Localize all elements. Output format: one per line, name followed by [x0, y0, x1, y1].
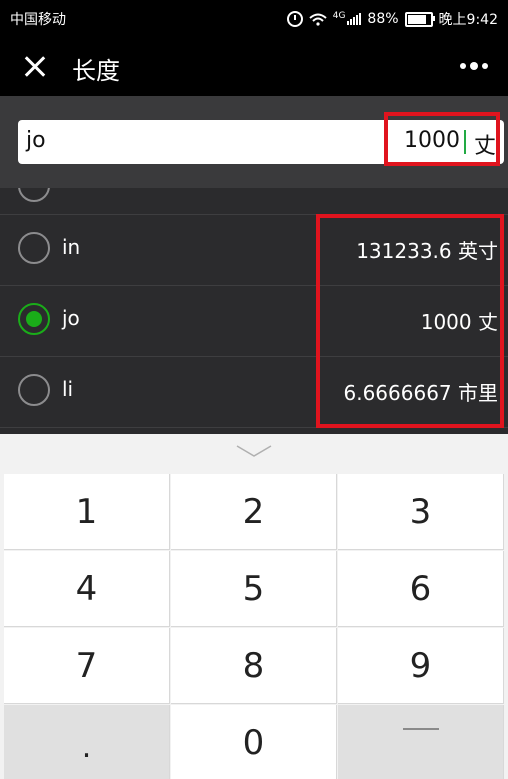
- list-divider: [0, 427, 508, 434]
- key-backspace[interactable]: [338, 705, 504, 779]
- title-bar: 长度: [0, 38, 508, 96]
- radio-button-selected[interactable]: [18, 303, 50, 335]
- list-item-partial: [0, 188, 508, 216]
- backspace-icon: [402, 727, 439, 730]
- highlight-values-box: [316, 214, 504, 428]
- radio-button[interactable]: [18, 188, 50, 202]
- chevron-down-icon: [236, 445, 272, 457]
- key-3[interactable]: 3: [338, 474, 504, 550]
- keypad-collapse-button[interactable]: [0, 434, 508, 474]
- key-9[interactable]: 9: [338, 628, 504, 704]
- radio-button[interactable]: [18, 374, 50, 406]
- network-type-label: 4G: [332, 11, 346, 21]
- close-icon[interactable]: [20, 52, 50, 82]
- key-dot[interactable]: .: [4, 705, 170, 779]
- key-7[interactable]: 7: [4, 628, 170, 704]
- radio-button[interactable]: [18, 232, 50, 264]
- key-4[interactable]: 4: [4, 551, 170, 627]
- more-options-icon[interactable]: [460, 62, 488, 70]
- input-unit-code: jo: [26, 128, 46, 153]
- wifi-icon: [309, 13, 327, 26]
- status-bar: 中国移动 4G 88% 晚上9:42: [0, 0, 508, 38]
- carrier-label: 中国移动: [10, 12, 66, 28]
- alarm-icon: [286, 11, 303, 27]
- unit-code: in: [62, 235, 81, 259]
- battery-percent: 88%: [367, 11, 399, 27]
- status-icons: 4G 88% 晚上9:42: [286, 9, 498, 29]
- signal-icon: [347, 13, 362, 25]
- numeric-keypad: 1 2 3 4 5 6 7 8 9 . 0: [0, 434, 508, 779]
- battery-icon: [404, 11, 435, 27]
- key-5[interactable]: 5: [171, 551, 337, 627]
- keypad-grid: 1 2 3 4 5 6 7 8 9 . 0: [4, 474, 504, 779]
- unit-code: jo: [62, 306, 80, 330]
- key-1[interactable]: 1: [4, 474, 170, 550]
- page-title: 长度: [72, 57, 120, 85]
- screen: 中国移动 4G 88% 晚上9:42 长度 jo 1000 丈 in 13123…: [0, 0, 508, 779]
- clock: 晚上9:42: [438, 12, 498, 28]
- key-dot-label: .: [81, 730, 92, 765]
- key-2[interactable]: 2: [171, 474, 337, 550]
- highlight-input-box: [384, 112, 500, 166]
- key-0[interactable]: 0: [171, 705, 337, 779]
- key-8[interactable]: 8: [171, 628, 337, 704]
- unit-code: li: [62, 377, 74, 401]
- key-6[interactable]: 6: [338, 551, 504, 627]
